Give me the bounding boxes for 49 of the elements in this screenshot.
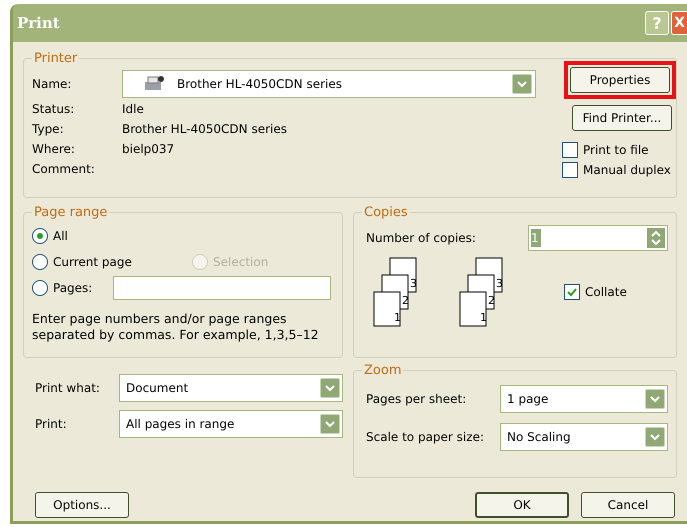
radio-label: Pages:: [53, 280, 92, 297]
button[interactable]: Find Printer...: [572, 105, 672, 131]
field-value: Idle: [122, 101, 144, 118]
button[interactable]: Properties: [570, 67, 670, 93]
dropdown-value: No Scaling: [507, 429, 572, 446]
field-label: Type:: [32, 121, 65, 138]
field-value: Brother HL-4050CDN series: [122, 121, 287, 138]
dropdown[interactable]: Document: [119, 374, 343, 402]
field-value: bielp037: [122, 141, 174, 158]
printer-dropdown[interactable]: Brother HL-4050CDN series: [122, 70, 536, 98]
radio-button[interactable]: [32, 228, 48, 244]
dropdown-value: 1 page: [507, 391, 550, 408]
button[interactable]: Cancel: [581, 492, 675, 518]
radio-button[interactable]: [32, 254, 48, 270]
field-label: Pages per sheet:: [366, 391, 466, 408]
dropdown-value: Brother HL-4050CDN series: [177, 76, 343, 93]
checkbox[interactable]: [562, 162, 578, 178]
field-label: Name:: [32, 76, 72, 93]
field-label: Where:: [32, 141, 76, 158]
close-button[interactable]: X: [671, 11, 687, 35]
pages-input[interactable]: [113, 276, 332, 300]
field-label: Comment:: [32, 161, 96, 178]
spinner-arrows-icon[interactable]: [647, 228, 665, 248]
radio-label: All: [53, 228, 68, 245]
radio-label: Current page: [53, 254, 132, 271]
window-title: Print: [17, 12, 61, 34]
printer-icon: [143, 75, 165, 93]
radio-button[interactable]: [32, 280, 48, 296]
button[interactable]: OK: [475, 492, 569, 518]
checkbox[interactable]: [564, 284, 580, 300]
dropdown-value: All pages in range: [126, 416, 236, 433]
dropdown[interactable]: All pages in range: [119, 410, 343, 438]
button[interactable]: Options...: [35, 492, 129, 518]
field-label: Print:: [35, 416, 68, 433]
radio-label: Selection: [213, 254, 268, 271]
dropdown[interactable]: No Scaling: [500, 423, 668, 451]
checkbox-label: Collate: [585, 284, 627, 301]
checkmark-icon: [566, 286, 578, 298]
dropdown[interactable]: 1 page: [500, 385, 668, 413]
dropdown-value: Document: [126, 380, 190, 397]
field-label: Number of copies:: [366, 230, 476, 247]
field-label: Print what:: [35, 380, 101, 397]
spinner-value: 1: [531, 229, 541, 247]
checkbox-label: Manual duplex: [583, 162, 671, 179]
field-label: Scale to paper size:: [366, 429, 484, 446]
page-range-hint: Enter page numbers and/or page ranges separated by commas. For example, 1,3,5–12: [32, 311, 320, 343]
field-label: Status:: [32, 101, 76, 118]
checkbox[interactable]: [562, 142, 578, 158]
checkbox-label: Print to file: [583, 142, 649, 159]
